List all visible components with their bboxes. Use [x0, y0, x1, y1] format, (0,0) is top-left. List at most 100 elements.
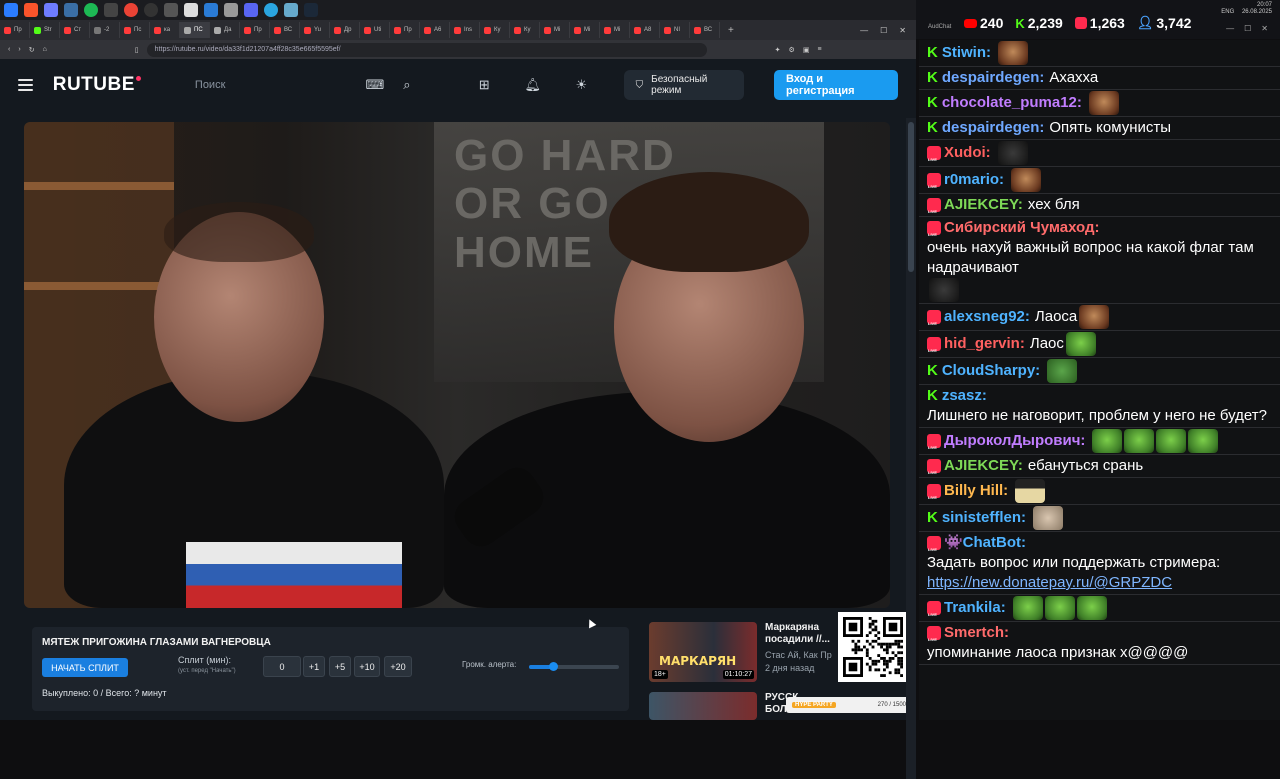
- steam-icon[interactable]: [304, 3, 318, 17]
- browser-tab[interactable]: Пр: [390, 22, 420, 38]
- keyboard-icon[interactable]: ⌨: [366, 76, 385, 94]
- app-icon[interactable]: [244, 3, 258, 17]
- browser-tab[interactable]: -2: [90, 22, 120, 38]
- telegram-icon[interactable]: [264, 3, 278, 17]
- login-button[interactable]: Вход и регистрация: [774, 70, 898, 100]
- chat-username[interactable]: Stiwin:: [942, 43, 991, 63]
- chat-username[interactable]: Trankila:: [944, 598, 1006, 618]
- add-10-button[interactable]: +10: [354, 656, 380, 677]
- browser-tab[interactable]: Mi: [540, 22, 570, 38]
- extensions-icon[interactable]: ✦: [775, 46, 781, 54]
- chat-username[interactable]: Xudoi:: [944, 143, 991, 163]
- minimize-icon[interactable]: —: [1226, 24, 1234, 33]
- browser-tab[interactable]: Пр: [0, 22, 30, 38]
- browser-tab[interactable]: Mi: [600, 22, 630, 38]
- chat-username[interactable]: AJIEKCEY:: [944, 195, 1023, 215]
- close-icon[interactable]: ✕: [1261, 24, 1268, 33]
- bell-icon[interactable]: 🔔︎: [525, 76, 542, 94]
- browser-tab[interactable]: Str: [30, 22, 60, 38]
- search-bar[interactable]: Поиск ⌨ ⌕: [195, 70, 416, 100]
- browser-tab[interactable]: Ку: [510, 22, 540, 38]
- chat-username[interactable]: chocolate_puma12:: [942, 93, 1082, 113]
- browser-tab[interactable]: ка: [150, 22, 180, 38]
- add-20-button[interactable]: +20: [384, 656, 412, 677]
- home-icon[interactable]: ⌂: [43, 46, 47, 53]
- chat-username[interactable]: zsasz:: [942, 386, 987, 406]
- video-title[interactable]: Маркаряна посадили //...: [765, 622, 841, 648]
- bookmark-icon[interactable]: ▯: [135, 46, 139, 54]
- browser-tab[interactable]: Ку: [480, 22, 510, 38]
- browser-tab[interactable]: Ins: [450, 22, 480, 38]
- menu-icon[interactable]: [18, 79, 33, 91]
- browser-tab[interactable]: А8: [630, 22, 660, 38]
- lang-indicator[interactable]: ENG: [1221, 9, 1234, 15]
- maximize-icon[interactable]: ☐: [1244, 24, 1251, 33]
- chat-username[interactable]: r0mario:: [944, 170, 1004, 190]
- browser-app-icon[interactable]: [24, 3, 38, 17]
- alert-volume-knob[interactable]: [549, 662, 559, 671]
- browser-tab[interactable]: ПС: [180, 22, 210, 38]
- steam-icon[interactable]: [64, 3, 78, 17]
- app-icon[interactable]: [184, 3, 198, 17]
- search-icon[interactable]: ⌕: [398, 76, 416, 94]
- browser-tab[interactable]: Yu: [300, 22, 330, 38]
- browser-tab[interactable]: Ст: [60, 22, 90, 38]
- search-input[interactable]: Поиск: [195, 79, 225, 91]
- extensions-icon[interactable]: ▣: [803, 46, 810, 54]
- chat-panel[interactable]: K Stiwin: Kdespairdegen: Ахахха Kchocolate_p…: [919, 40, 1280, 720]
- back-icon[interactable]: ‹: [8, 46, 10, 53]
- browser-tab[interactable]: Да: [210, 22, 240, 38]
- chat-username[interactable]: Сибирский Чумаход:: [944, 218, 1100, 238]
- upload-icon[interactable]: ⊞: [476, 76, 493, 94]
- split-minutes-input[interactable]: 0: [263, 656, 301, 677]
- spotify-icon[interactable]: [84, 3, 98, 17]
- url-field[interactable]: https://rutube.ru/video/da33f1d21207a4ff…: [146, 42, 707, 57]
- browser-tab[interactable]: ВС: [690, 22, 720, 38]
- alert-volume-slider[interactable]: [529, 662, 619, 671]
- add-1-button[interactable]: +1: [303, 656, 325, 677]
- chat-link[interactable]: https://new.donatepay.ru/@GRPZDC: [927, 573, 1272, 593]
- browser-tab[interactable]: Uti: [360, 22, 390, 38]
- theme-toggle-icon[interactable]: ☀: [573, 76, 590, 94]
- chat-username[interactable]: Billy Hill:: [944, 481, 1008, 501]
- start-menu-icon[interactable]: [4, 3, 18, 17]
- chat-username[interactable]: CloudSharpy:: [942, 361, 1040, 381]
- video-author[interactable]: Стас Ай, Как Пр: [765, 649, 845, 662]
- app-icon[interactable]: [164, 3, 178, 17]
- menu-icon[interactable]: ≡: [817, 46, 821, 53]
- recommended-video[interactable]: МАРКАРЯН 18+ 01:10:27 Маркаряна посадили…: [649, 622, 839, 682]
- page-scrollbar[interactable]: [906, 118, 916, 779]
- chat-username[interactable]: AJIEKCEY:: [944, 456, 1023, 476]
- maximize-icon[interactable]: ☐: [880, 26, 887, 35]
- chrome-icon[interactable]: [124, 3, 138, 17]
- add-5-button[interactable]: +5: [329, 656, 351, 677]
- browser-tab[interactable]: ВС: [270, 22, 300, 38]
- reload-icon[interactable]: ↻: [29, 46, 35, 54]
- app-icon[interactable]: [44, 3, 58, 17]
- video-player[interactable]: GO HARD OR GO HOME: [24, 122, 890, 608]
- close-icon[interactable]: ✕: [899, 26, 906, 35]
- app-icon[interactable]: [224, 3, 238, 17]
- app-icon[interactable]: [204, 3, 218, 17]
- chat-username[interactable]: Smertch:: [944, 623, 1009, 643]
- rutube-logo[interactable]: RUTUBE: [53, 74, 142, 96]
- safe-mode-button[interactable]: ⛉ Безопасный режим: [623, 70, 745, 100]
- chat-username[interactable]: ДыроколДырович:: [944, 431, 1085, 451]
- forward-icon[interactable]: ›: [18, 46, 20, 53]
- video-thumbnail[interactable]: [649, 692, 757, 720]
- extensions-icon[interactable]: ⚙: [789, 46, 795, 54]
- chat-username[interactable]: alexsneg92:: [944, 307, 1030, 327]
- browser-tab[interactable]: NI: [660, 22, 690, 38]
- video-thumbnail[interactable]: МАРКАРЯН 18+ 01:10:27: [649, 622, 757, 682]
- browser-tab[interactable]: Пс: [120, 22, 150, 38]
- chat-username[interactable]: despairdegen:: [942, 68, 1045, 88]
- chat-username[interactable]: 👾ChatBot:: [944, 533, 1026, 553]
- minimize-icon[interactable]: —: [860, 26, 868, 35]
- scrollbar-thumb[interactable]: [908, 122, 914, 272]
- browser-tab[interactable]: Пр: [240, 22, 270, 38]
- app-icon[interactable]: [284, 3, 298, 17]
- chat-username[interactable]: hid_gervin:: [944, 334, 1025, 354]
- app-icon[interactable]: [104, 3, 118, 17]
- new-tab-button[interactable]: +: [720, 25, 742, 36]
- chat-username[interactable]: despairdegen:: [942, 118, 1045, 138]
